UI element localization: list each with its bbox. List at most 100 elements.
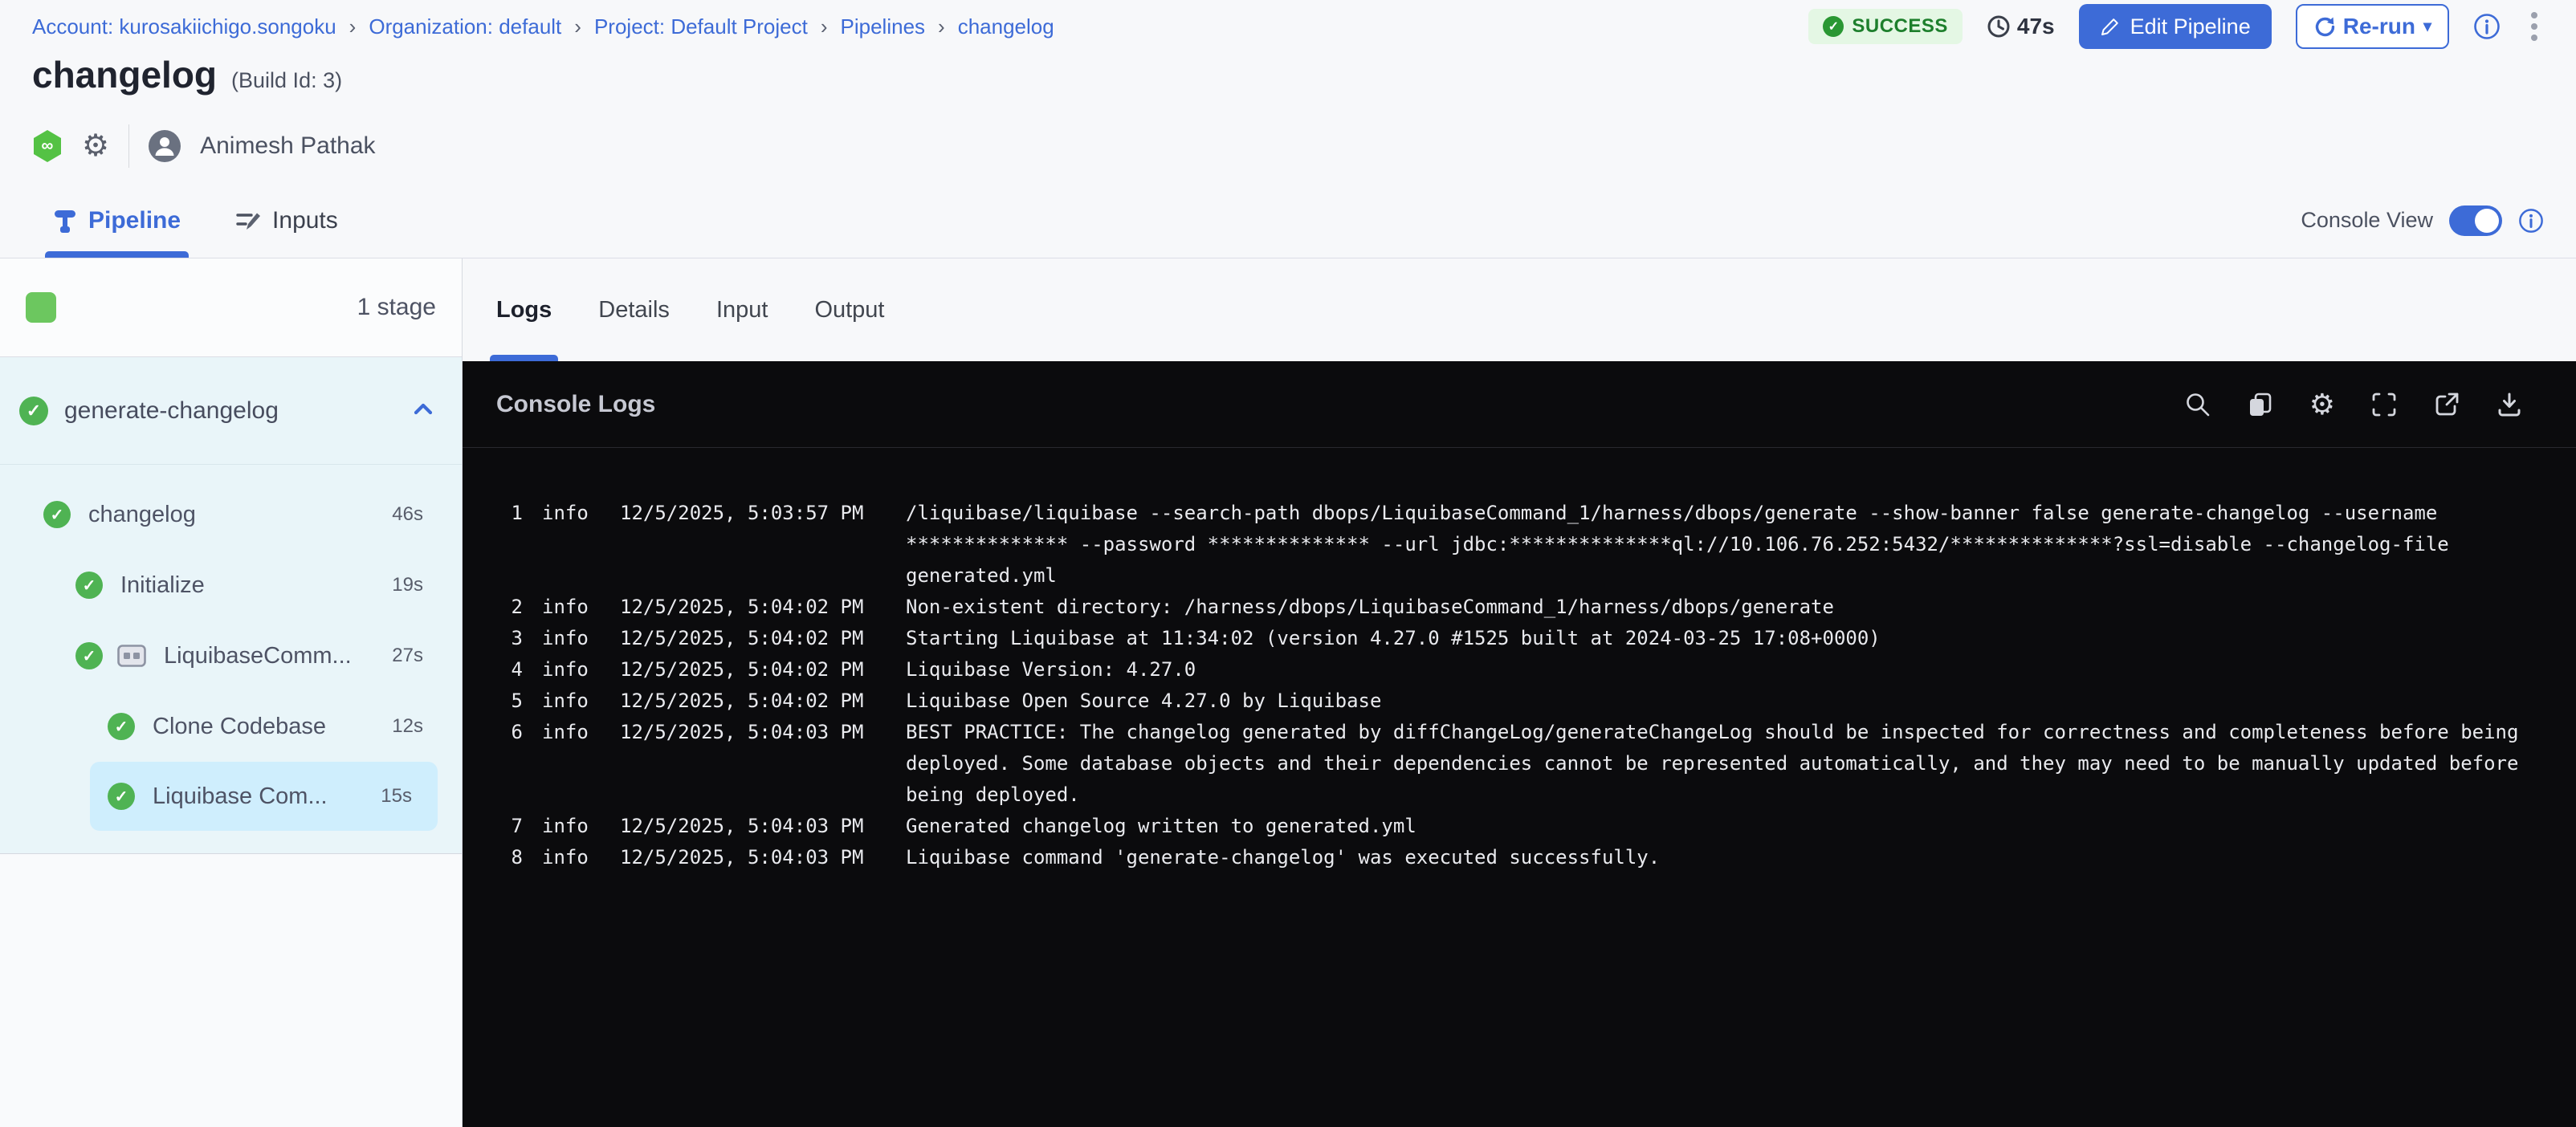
gear-icon[interactable]: ⚙ — [82, 131, 109, 161]
step-row-initialize[interactable]: ✓ Initialize 19s — [0, 550, 462, 620]
stage-row-generate-changelog[interactable]: ✓ generate-changelog — [0, 357, 462, 465]
step-success-icon: ✓ — [108, 783, 135, 810]
log-line: 8info12/5/2025, 5:04:03 PMLiquibase comm… — [499, 842, 2554, 873]
tab-pipeline[interactable]: Pipeline — [48, 183, 185, 258]
step-duration: 27s — [392, 645, 423, 667]
breadcrumb-pipelines[interactable]: Pipelines — [841, 14, 926, 39]
console-view-info-icon[interactable] — [2518, 208, 2544, 234]
tab-input[interactable]: Input — [716, 258, 768, 361]
log-line-number: 3 — [499, 623, 523, 654]
log-level: info — [542, 654, 601, 686]
log-timestamp: 12/5/2025, 5:04:02 PM — [620, 654, 887, 686]
status-check-icon: ✓ — [1823, 16, 1844, 37]
pipeline-icon — [53, 208, 77, 234]
more-options-menu[interactable] — [2525, 9, 2544, 44]
caret-down-icon: ▾ — [2423, 18, 2431, 35]
avatar — [149, 130, 181, 162]
step-duration: 19s — [392, 574, 423, 596]
copy-icon[interactable] — [2247, 391, 2274, 418]
step-row-clone-codebase[interactable]: ✓ Clone Codebase 12s — [0, 691, 462, 762]
breadcrumb-pipeline-name[interactable]: changelog — [958, 14, 1054, 39]
status-badge: ✓ SUCCESS — [1808, 9, 1963, 44]
step-success-icon: ✓ — [75, 642, 103, 669]
stage-success-icon: ✓ — [19, 397, 48, 425]
log-line: 5info12/5/2025, 5:04:02 PMLiquibase Open… — [499, 686, 2554, 717]
step-row-liquibase-command-group[interactable]: ✓ LiquibaseComm... 27s — [0, 620, 462, 691]
open-external-icon[interactable] — [2433, 391, 2460, 418]
log-message: Generated changelog written to generated… — [906, 811, 2554, 842]
step-label: Liquibase Com... — [153, 783, 328, 810]
tab-logs[interactable]: Logs — [496, 258, 552, 361]
inputs-icon — [235, 208, 261, 234]
breadcrumb-account[interactable]: Account: kurosakiichigo.songoku — [32, 14, 336, 39]
fullscreen-icon[interactable] — [2370, 391, 2398, 418]
build-id: (Build Id: 3) — [231, 68, 342, 93]
log-timestamp: 12/5/2025, 5:04:02 PM — [620, 686, 887, 717]
log-message: Starting Liquibase at 11:34:02 (version … — [906, 623, 2554, 654]
log-message: Liquibase Version: 4.27.0 — [906, 654, 2554, 686]
breadcrumb-organization[interactable]: Organization: default — [369, 14, 561, 39]
log-level: info — [542, 717, 601, 811]
console-title: Console Logs — [496, 391, 655, 418]
log-output: 1 info 12/5/2025, 5:03:57 PM/liquibase/liq… — [463, 448, 2576, 1127]
console-panel: Console Logs ⚙ — [463, 361, 2576, 1127]
log-level: info — [542, 686, 601, 717]
console-view-label: Console View — [2301, 208, 2433, 233]
step-label: Clone Codebase — [153, 714, 326, 740]
tab-details[interactable]: Details — [598, 258, 670, 361]
top-bar: Account: kurosakiichigo.songoku › Organi… — [0, 0, 2576, 53]
breadcrumb-project[interactable]: Project: Default Project — [594, 14, 808, 39]
step-success-icon: ✓ — [108, 713, 135, 740]
log-message: Non-existent directory: /harness/dbops/L… — [906, 592, 2554, 623]
main-content: 1 stage ✓ generate-changelog ✓ changelog… — [0, 258, 2576, 1127]
log-message: Liquibase command 'generate-changelog' w… — [906, 842, 2554, 873]
log-line: 7 info 12/5/2025, 5:04:03 PM Generated chan… — [499, 811, 2554, 842]
log-line: 1 info 12/5/2025, 5:03:57 PM/liquibase/liq… — [499, 498, 2554, 592]
log-timestamp: 12/5/2025, 5:03:57 PM — [620, 498, 887, 592]
log-line-number: 7 — [499, 811, 523, 842]
chevron-up-icon[interactable] — [414, 402, 433, 419]
log-level: info — [542, 811, 601, 842]
step-row-liquibase-command-selected[interactable]: ✓ Liquibase Com... 15s — [90, 762, 438, 831]
console-section: Logs Details Input Output Console Logs — [463, 258, 2576, 1127]
search-icon[interactable] — [2184, 391, 2211, 418]
tab-output[interactable]: Output — [814, 258, 884, 361]
log-line: 6info12/5/2025, 5:04:03 PMBEST PRACTICE:… — [499, 717, 2554, 811]
edit-pipeline-button[interactable]: Edit Pipeline — [2079, 4, 2272, 49]
step-duration: 12s — [392, 715, 423, 738]
step-row-changelog[interactable]: ✓ changelog 46s — [0, 479, 462, 550]
tab-inputs[interactable]: Inputs — [230, 183, 343, 258]
info-icon[interactable] — [2473, 13, 2501, 40]
log-line: 4info12/5/2025, 5:04:02 PMLiquibase Vers… — [499, 654, 2554, 686]
vertical-divider — [128, 124, 129, 168]
console-view-toggle[interactable] — [2449, 205, 2502, 236]
log-level: info — [542, 498, 601, 592]
console-header: Console Logs ⚙ — [463, 361, 2576, 448]
log-line-number: 8 — [499, 842, 523, 873]
edit-pipeline-label: Edit Pipeline — [2130, 14, 2251, 39]
log-timestamp: 12/5/2025, 5:04:03 PM — [620, 717, 887, 811]
rerun-label: Re-run — [2343, 14, 2415, 39]
log-line-number: 1 — [499, 498, 523, 592]
title-row: changelog (Build Id: 3) — [0, 53, 2576, 109]
step-success-icon: ✓ — [43, 501, 71, 528]
pencil-icon — [2100, 16, 2121, 37]
log-timestamp: 12/5/2025, 5:04:03 PM — [620, 811, 887, 842]
settings-gear-icon[interactable]: ⚙ — [2309, 390, 2335, 419]
log-message: /liquibase/liquibase --search-path dbops… — [906, 498, 2554, 592]
tab-inputs-label: Inputs — [272, 207, 338, 234]
stage-count-label: 1 stage — [357, 294, 436, 321]
user-name: Animesh Pathak — [200, 132, 375, 160]
execution-meta-row: ∞ ⚙ Animesh Pathak — [0, 109, 2576, 183]
breadcrumb-separator: › — [574, 14, 581, 39]
log-timestamp: 12/5/2025, 5:04:02 PM — [620, 623, 887, 654]
download-icon[interactable] — [2496, 391, 2523, 418]
breadcrumb-separator: › — [821, 14, 828, 39]
step-label: Initialize — [120, 572, 205, 599]
log-line-number: 5 — [499, 686, 523, 717]
stage-count-row: 1 stage — [0, 258, 462, 356]
pipeline-execution-page: Account: kurosakiichigo.songoku › Organi… — [0, 0, 2576, 1127]
log-line: 2info12/5/2025, 5:04:02 PMNon-existent d… — [499, 592, 2554, 623]
rerun-button[interactable]: Re-run ▾ — [2296, 4, 2449, 49]
log-line-number: 6 — [499, 717, 523, 811]
